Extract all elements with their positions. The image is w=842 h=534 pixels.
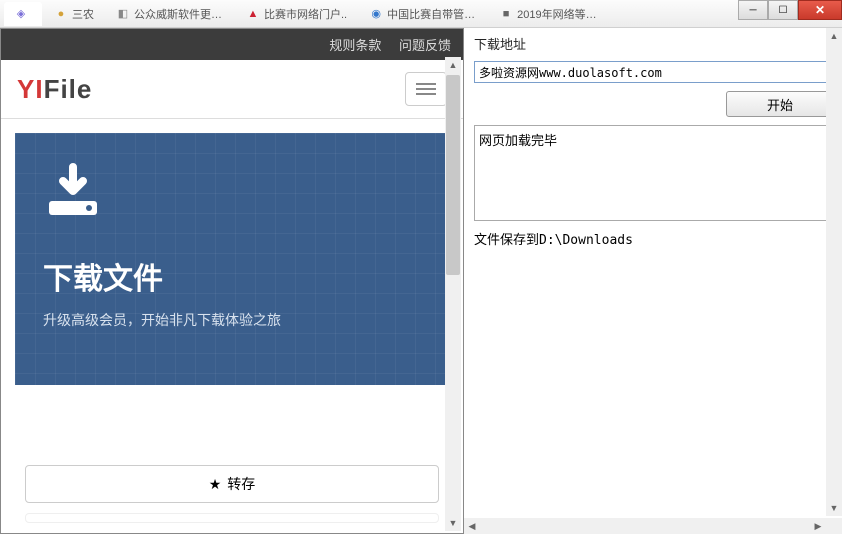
tab-favicon: ● xyxy=(54,7,68,21)
browser-tab[interactable]: ■ 2019年网络等门店.. xyxy=(489,2,617,26)
start-button[interactable]: 开始 xyxy=(726,91,834,117)
scroll-up-arrow[interactable]: ▲ xyxy=(826,28,842,44)
right-scrollbar[interactable]: ▲ ▼ xyxy=(826,28,842,516)
browser-tab[interactable]: ◈ xyxy=(4,2,42,26)
site-logo: YIFile xyxy=(17,74,92,105)
hero-title: 下载文件 xyxy=(43,254,421,298)
scroll-right-arrow[interactable]: ▶ xyxy=(810,518,826,534)
menu-button[interactable] xyxy=(405,72,447,106)
maximize-button[interactable]: ☐ xyxy=(768,0,798,20)
scroll-left-arrow[interactable]: ◀ xyxy=(464,518,480,534)
download-control-panel: 下载地址 开始 网页加载完毕 文件保存到D:\Downloads xyxy=(464,28,842,534)
browser-tab[interactable]: ◧ 公众威斯软件更新.. xyxy=(106,2,234,26)
scroll-thumb[interactable] xyxy=(446,75,460,275)
close-icon: ✕ xyxy=(815,3,825,17)
start-row: 开始 xyxy=(474,91,834,117)
left-scrollbar[interactable]: ▲ ▼ xyxy=(445,57,461,531)
log-output[interactable]: 网页加载完毕 xyxy=(474,125,834,221)
browser-tab[interactable]: ▲ 比赛市网络门户.. xyxy=(236,2,357,26)
window-controls: ─ ☐ ✕ xyxy=(738,0,842,20)
browser-tab-strip: ◈ ● 三农 ◧ 公众威斯软件更新.. ▲ 比赛市网络门户.. ◉ 中国比赛自带… xyxy=(0,0,842,28)
scroll-down-arrow[interactable]: ▼ xyxy=(826,500,842,516)
scroll-down-arrow[interactable]: ▼ xyxy=(445,515,461,531)
download-icon xyxy=(43,163,421,224)
hero-banner: 下载文件 升级高级会员，开始非凡下载体验之旅 xyxy=(15,133,449,385)
browser-tab[interactable]: ◉ 中国比赛自带管理.. xyxy=(359,2,487,26)
terms-link[interactable]: 规则条款 xyxy=(329,38,381,53)
tab-favicon: ■ xyxy=(499,7,513,21)
secondary-button[interactable] xyxy=(25,513,439,523)
tab-favicon: ▲ xyxy=(246,7,260,21)
feedback-link[interactable]: 问题反馈 xyxy=(399,38,451,53)
url-input[interactable] xyxy=(474,61,834,83)
tab-favicon: ◉ xyxy=(369,7,383,21)
hero-subtitle: 升级高级会员，开始非凡下载体验之旅 xyxy=(43,310,421,330)
hamburger-icon xyxy=(416,83,436,85)
bottom-scrollbar[interactable]: ◀ ▶ xyxy=(464,518,826,534)
browser-tab[interactable]: ● 三农 xyxy=(44,2,104,26)
brand-row: YIFile xyxy=(1,60,463,119)
transfer-button[interactable]: ★ 转存 xyxy=(25,465,439,503)
star-icon: ★ xyxy=(209,476,222,493)
url-label: 下载地址 xyxy=(474,34,834,53)
scroll-corner xyxy=(826,518,842,534)
app-body: 规则条款 问题反馈 YIFile 下载文件 升级高级会员，开始非凡下 xyxy=(0,28,842,534)
site-header-bar: 规则条款 问题反馈 xyxy=(1,29,463,60)
tab-favicon: ◈ xyxy=(14,7,28,21)
minimize-button[interactable]: ─ xyxy=(738,0,768,20)
tab-favicon: ◧ xyxy=(116,7,130,21)
save-path-text: 文件保存到D:\Downloads xyxy=(474,229,834,248)
scroll-up-arrow[interactable]: ▲ xyxy=(445,57,461,73)
action-buttons: ★ 转存 xyxy=(1,385,463,533)
close-button[interactable]: ✕ xyxy=(798,0,842,20)
web-preview-panel: 规则条款 问题反馈 YIFile 下载文件 升级高级会员，开始非凡下 xyxy=(0,28,464,534)
